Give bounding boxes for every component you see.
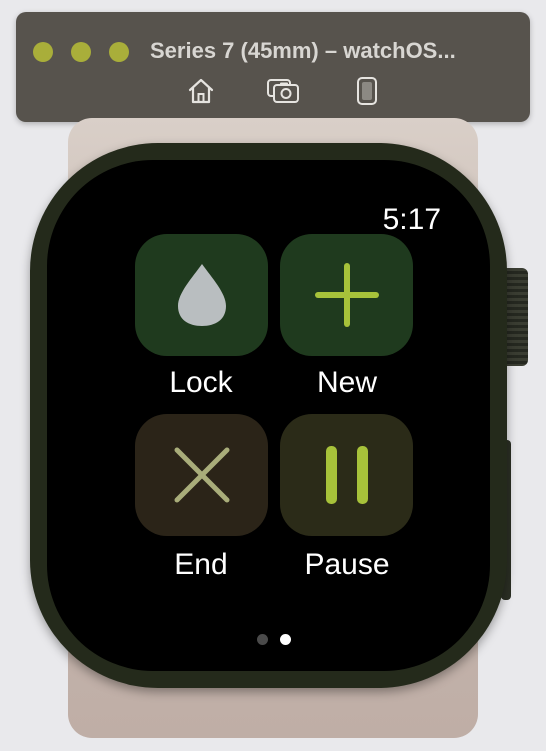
page-dot[interactable] <box>257 634 268 645</box>
screenshot-icon <box>267 79 299 103</box>
rotate-device-button[interactable] <box>350 74 384 108</box>
pause-icon <box>325 446 368 504</box>
page-indicator <box>257 634 291 645</box>
water-drop-icon <box>177 264 226 326</box>
rotate-device-icon <box>357 77 377 105</box>
end-button[interactable] <box>135 414 268 536</box>
simulator-titlebar: Series 7 (45mm) – watchOS... <box>16 12 530 122</box>
status-time: 5:17 <box>382 203 441 236</box>
x-icon <box>174 447 229 503</box>
new-button[interactable] <box>280 234 413 356</box>
watch-screen: 5:17 Lock New End Pause <box>47 160 490 671</box>
zoom-window-button[interactable] <box>109 42 129 62</box>
new-label: New <box>316 366 377 399</box>
home-button[interactable] <box>184 74 218 108</box>
screenshot-button[interactable] <box>266 74 300 108</box>
home-icon <box>188 78 214 104</box>
lock-button[interactable] <box>135 234 268 356</box>
pause-button[interactable] <box>280 414 413 536</box>
minimize-window-button[interactable] <box>71 42 91 62</box>
window-title: Series 7 (45mm) – watchOS... <box>150 38 456 63</box>
close-window-button[interactable] <box>33 42 53 62</box>
page-dot-active[interactable] <box>280 634 291 645</box>
lock-label: Lock <box>169 366 233 399</box>
plus-icon <box>314 263 379 327</box>
pause-label: Pause <box>304 548 390 581</box>
end-label: End <box>174 548 228 581</box>
